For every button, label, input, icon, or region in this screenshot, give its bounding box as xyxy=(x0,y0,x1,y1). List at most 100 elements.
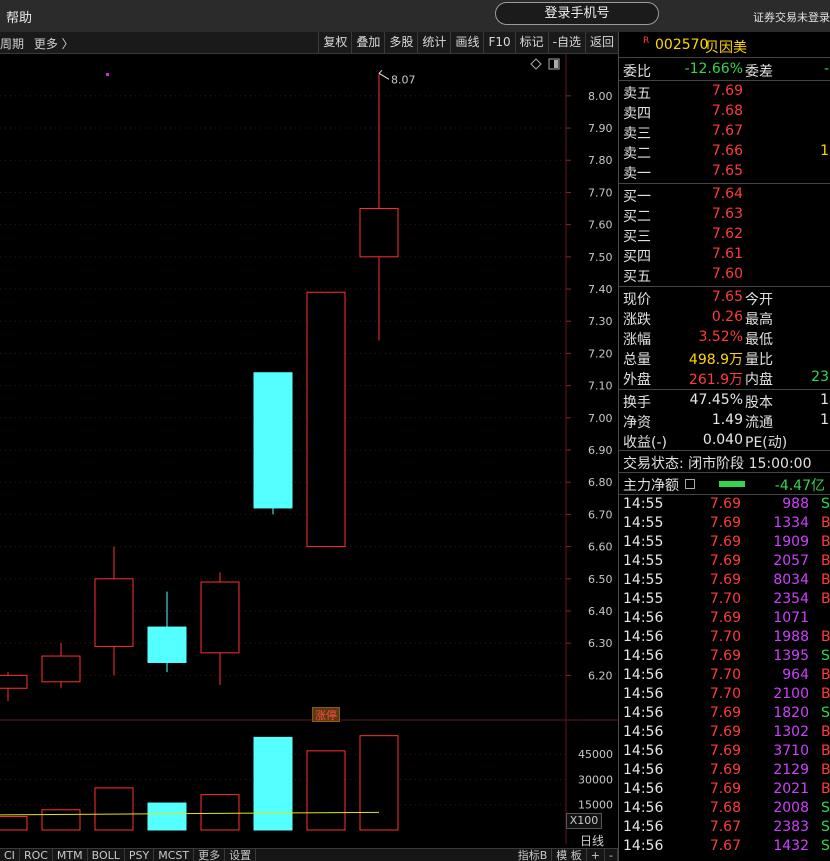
help-menu[interactable]: 帮助 xyxy=(6,7,32,26)
ask-row[interactable]: 卖三 7.67 xyxy=(619,122,830,142)
zoom-out-button[interactable]: - xyxy=(605,849,618,861)
stock-name[interactable]: 贝因美 xyxy=(705,37,747,57)
bid-row[interactable]: 买一 7.64 xyxy=(619,185,830,205)
ask-row[interactable]: 卖五 7.69 xyxy=(619,82,830,102)
tick-time: 14:56 xyxy=(623,762,664,778)
tick-row[interactable]: 14:56 7.68 2008 S xyxy=(619,800,830,819)
stock-code[interactable]: 002570 xyxy=(655,37,708,53)
tick-volume: 1302 xyxy=(773,724,809,740)
tick-volume: 2100 xyxy=(773,686,809,702)
ask-label: 卖二 xyxy=(623,146,651,162)
tick-volume: 1432 xyxy=(773,838,809,854)
tick-time: 14:56 xyxy=(623,629,664,645)
tick-side: S xyxy=(821,819,830,835)
toolbar-right: 复权 叠加 多股 统计 画线 F10 标记 -自选 返回 xyxy=(318,32,618,53)
tick-volume: 2057 xyxy=(773,553,809,569)
tab-boll[interactable]: BOLL xyxy=(88,849,125,861)
tick-row[interactable]: 14:56 7.67 1432 S xyxy=(619,838,830,857)
tab-psy[interactable]: PSY xyxy=(125,849,155,861)
stat-label: 涨跌 xyxy=(623,312,651,328)
fund-label: 流通 xyxy=(745,415,773,431)
tick-row[interactable]: 14:56 7.70 2100 B xyxy=(619,686,830,705)
tab-ci[interactable]: CI xyxy=(0,849,20,861)
chart-toolbar: 周期 更多 〉 复权 叠加 多股 统计 画线 F10 标记 -自选 返回 xyxy=(0,32,618,54)
tick-price: 7.69 xyxy=(709,781,741,797)
tab-mcst[interactable]: MCST xyxy=(154,849,195,861)
tick-row[interactable]: 14:55 7.70 2354 B xyxy=(619,591,830,610)
overlay-button[interactable]: 叠加 xyxy=(351,32,384,53)
tick-time: 14:55 xyxy=(623,572,664,588)
trade-login-status[interactable]: 证券交易未登录 xyxy=(753,9,830,25)
tab-more[interactable]: 更多 xyxy=(194,849,226,861)
tab-template[interactable]: 模 板 xyxy=(552,849,587,861)
fund-value: 1.49 xyxy=(711,412,743,428)
tab-indicator-b[interactable]: 指标B xyxy=(514,849,553,861)
tick-time: 14:56 xyxy=(623,838,664,854)
tab-settings[interactable]: 设置 xyxy=(225,849,257,861)
list-icon[interactable] xyxy=(685,479,695,489)
bid-row[interactable]: 买二 7.63 xyxy=(619,205,830,225)
tick-price: 7.69 xyxy=(709,762,741,778)
fuquan-button[interactable]: 复权 xyxy=(318,32,351,53)
separator xyxy=(619,450,830,451)
more-menu[interactable]: 更多 〉 xyxy=(34,37,74,51)
tick-volume: 2021 xyxy=(773,781,809,797)
fund-value: 47.45% xyxy=(689,392,743,408)
multi-stock-button[interactable]: 多股 xyxy=(384,32,417,53)
tab-roc[interactable]: ROC xyxy=(20,849,53,861)
tick-row[interactable]: 14:55 7.69 8034 B xyxy=(619,572,830,591)
bid-row[interactable]: 买三 7.62 xyxy=(619,225,830,245)
tick-volume: 1334 xyxy=(773,515,809,531)
tick-time: 14:56 xyxy=(623,819,664,835)
kline-chart-svg[interactable]: 8.00 7.90 7.80 7.70 7.60 7.50 7.40 7.30 7.20 7.10… xyxy=(0,54,618,844)
mark-button[interactable]: 标记 xyxy=(514,32,548,53)
ask-row[interactable]: 卖四 7.68 xyxy=(619,102,830,122)
tick-row[interactable]: 14:56 7.69 1302 B xyxy=(619,724,830,743)
tick-row[interactable]: 14:56 7.69 3710 B xyxy=(619,743,830,762)
bid-row[interactable]: 买五 7.60 xyxy=(619,265,830,285)
ask-row[interactable]: 卖二 7.66 1 xyxy=(619,142,830,162)
max-price-marker: 8.07 xyxy=(378,69,416,86)
tick-row[interactable]: 14:56 7.69 2129 B xyxy=(619,762,830,781)
tick-volume: 1909 xyxy=(773,534,809,550)
back-button[interactable]: 返回 xyxy=(584,32,618,53)
tick-volume: 1071 xyxy=(773,610,809,626)
price-tick-label: 7.20 xyxy=(588,347,613,360)
draw-line-button[interactable]: 画线 xyxy=(450,32,483,53)
weibi-value: -12.66% xyxy=(684,61,743,77)
toolbar-left: 周期 更多 〉 xyxy=(0,35,80,52)
tab-mtm[interactable]: MTM xyxy=(53,849,88,861)
statistics-button[interactable]: 统计 xyxy=(417,32,450,53)
tick-row[interactable]: 14:55 7.69 2057 B xyxy=(619,553,830,572)
tick-volume: 988 xyxy=(782,496,809,512)
diamond-icon[interactable] xyxy=(530,58,542,70)
remove-watchlist-button[interactable]: -自选 xyxy=(547,32,585,53)
fund-label: 收益(-) xyxy=(623,435,667,451)
tick-price: 7.69 xyxy=(709,496,741,512)
stat-label: 总量 xyxy=(623,352,651,368)
tick-row[interactable]: 14:55 7.69 988 S xyxy=(619,496,830,515)
bid-row[interactable]: 买四 7.61 xyxy=(619,245,830,265)
f10-button[interactable]: F10 xyxy=(483,32,514,53)
volume-bar-down xyxy=(253,736,293,831)
volume-unit-x100: X100 xyxy=(566,813,602,829)
tick-row[interactable]: 14:56 7.69 2021 B xyxy=(619,781,830,800)
tick-row[interactable]: 14:55 7.69 1909 B xyxy=(619,534,830,553)
login-phone-button[interactable]: 登录手机号 xyxy=(495,2,659,25)
period-label-daily[interactable]: 日线 xyxy=(580,832,604,849)
tick-row[interactable]: 14:56 7.69 1395 S xyxy=(619,648,830,667)
tick-row[interactable]: 14:56 7.69 1071 xyxy=(619,610,830,629)
tick-row[interactable]: 14:56 7.70 1988 B xyxy=(619,629,830,648)
tick-row[interactable]: 14:55 7.69 1334 B xyxy=(619,515,830,534)
weibi-label: 委比 xyxy=(623,64,651,80)
price-tick-label: 6.90 xyxy=(588,444,613,457)
tick-row[interactable]: 14:56 7.69 1820 S xyxy=(619,705,830,724)
tick-row[interactable]: 14:56 7.67 2383 S xyxy=(619,819,830,838)
ask-row[interactable]: 卖一 7.65 xyxy=(619,162,830,182)
period-menu[interactable]: 周期 xyxy=(0,37,24,51)
tick-row[interactable]: 14:56 7.70 964 B xyxy=(619,667,830,686)
ask-price: 7.69 xyxy=(711,83,743,99)
zoom-in-button[interactable]: + xyxy=(587,849,606,861)
tick-price: 7.69 xyxy=(709,534,741,550)
kline-chart[interactable]: 8.00 7.90 7.80 7.70 7.60 7.50 7.40 7.30 7.20 7.10… xyxy=(0,54,618,844)
